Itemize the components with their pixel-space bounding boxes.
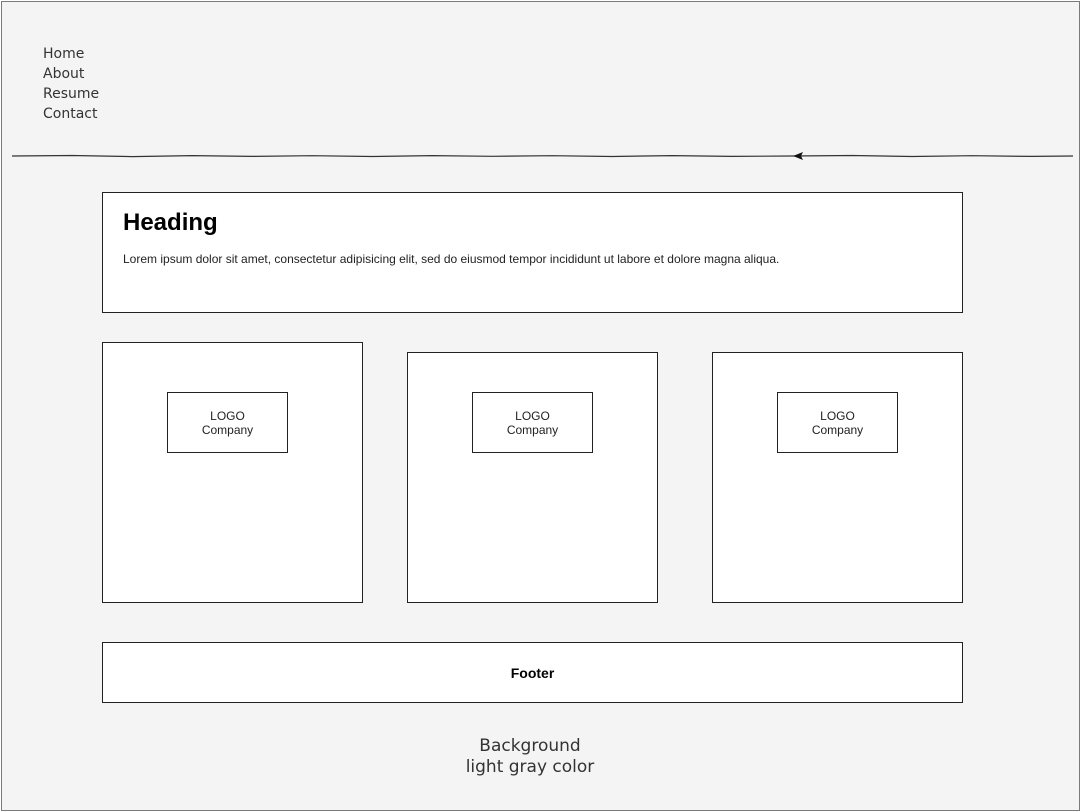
company-label: Company	[811, 422, 864, 437]
header-divider-arrow	[12, 152, 1073, 160]
annotation-line-1: Background	[479, 736, 581, 756]
company-logo-1: LOGO Company	[167, 392, 288, 453]
company-label: Company	[201, 422, 254, 437]
card-3	[712, 352, 963, 603]
logo-label: LOGO	[210, 408, 245, 423]
nav-menu: Home About Resume Contact	[43, 44, 99, 124]
footer-label: Footer	[510, 664, 555, 681]
footer: Footer	[102, 642, 963, 703]
card-2	[407, 352, 658, 603]
card-1	[102, 342, 363, 603]
nav-item-contact[interactable]: Contact	[43, 104, 99, 124]
logo-label: LOGO	[820, 408, 855, 423]
nav-item-home[interactable]: Home	[43, 44, 99, 64]
company-logo-2: LOGO Company	[472, 392, 593, 453]
page-background: Home About Resume Contact Heading Lorem …	[1, 1, 1080, 811]
background-annotation: Background light gray color	[430, 736, 630, 778]
hero-heading: Heading	[123, 209, 218, 236]
annotation-line-2: light gray color	[465, 757, 595, 777]
company-label: Company	[506, 422, 559, 437]
nav-item-resume[interactable]: Resume	[43, 84, 99, 104]
hero-paragraph: Lorem ipsum dolor sit amet, consectetur …	[123, 252, 780, 266]
hero-section: Heading Lorem ipsum dolor sit amet, cons…	[102, 192, 963, 313]
nav-item-about[interactable]: About	[43, 64, 99, 84]
logo-label: LOGO	[515, 408, 550, 423]
company-logo-3: LOGO Company	[777, 392, 898, 453]
